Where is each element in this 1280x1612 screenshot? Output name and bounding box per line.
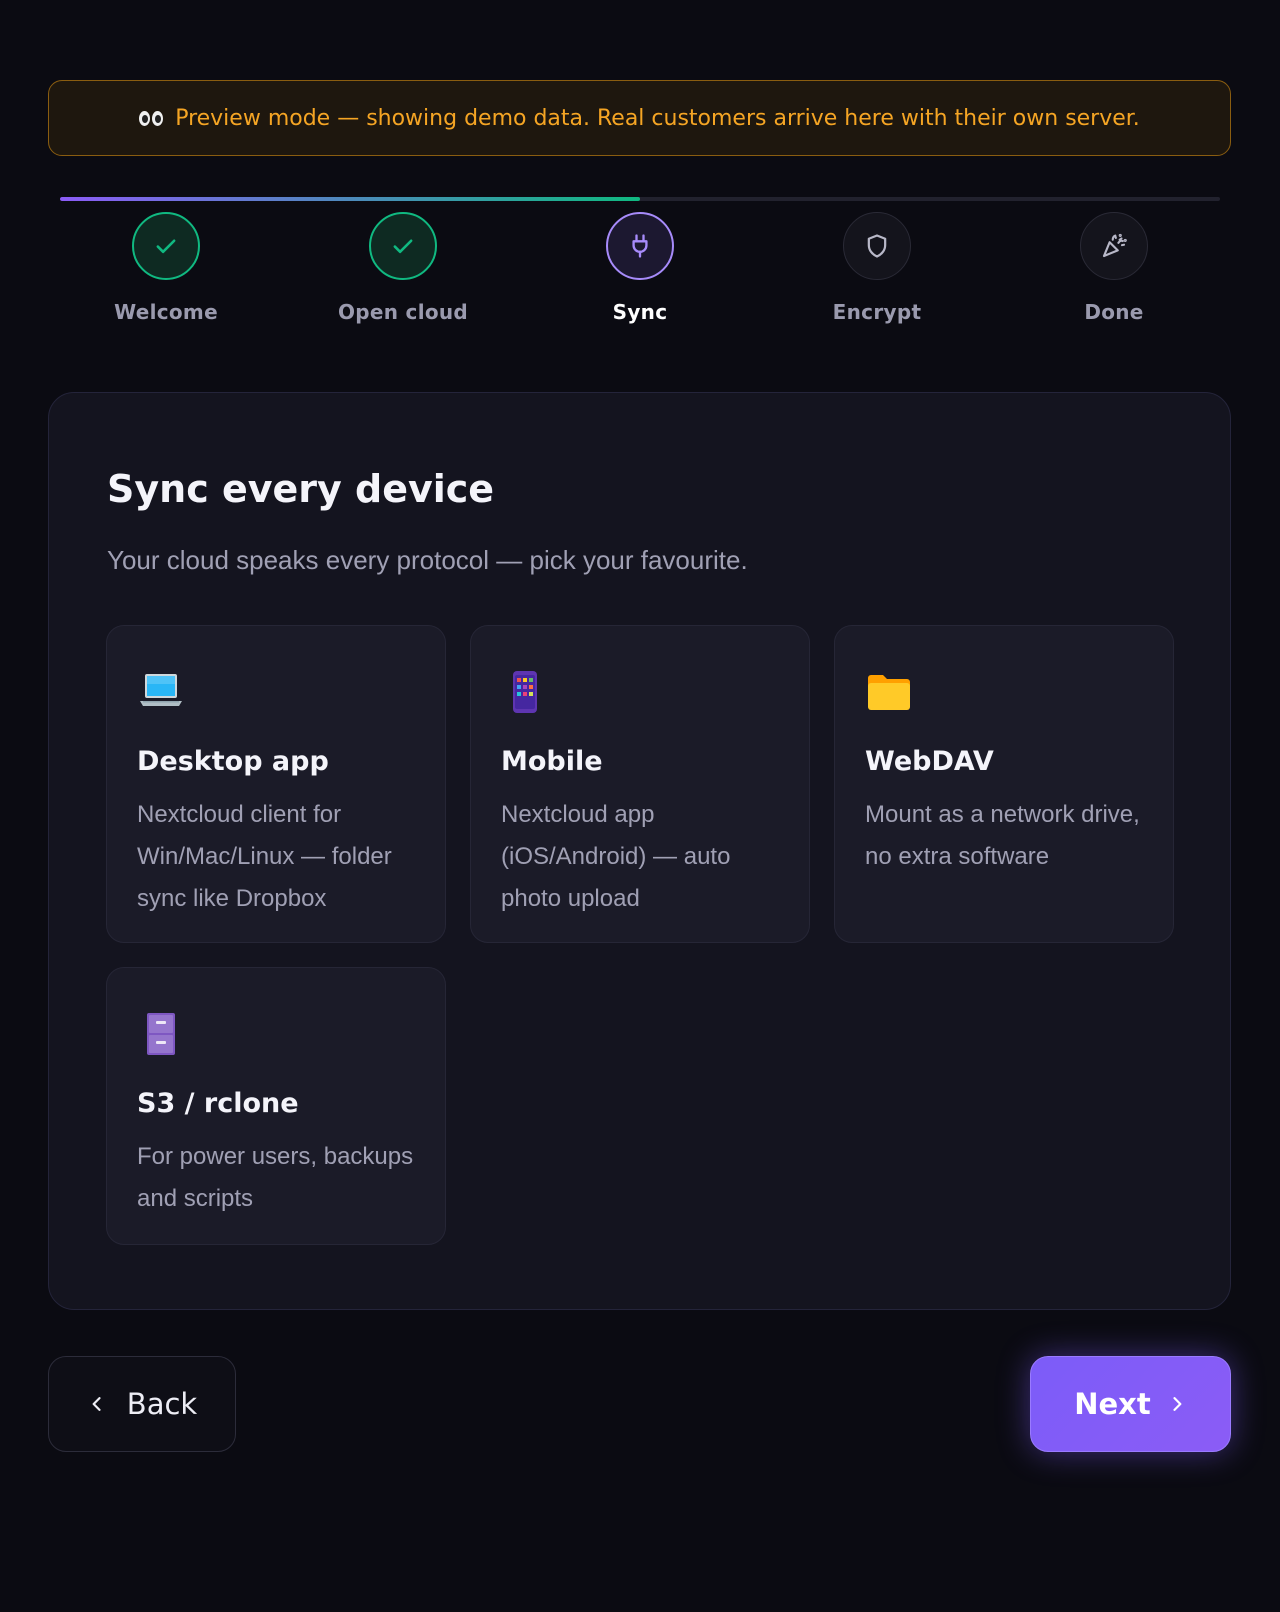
preview-banner-text: Preview mode — showing demo data. Real c… [175,105,1140,131]
file-cabinet-icon [147,1013,175,1055]
step-label: Sync [612,300,668,324]
folder-icon [868,675,910,710]
chevron-left-icon [87,1394,107,1414]
step-label: Encrypt [832,300,922,324]
card-description: Nextcloud app (iOS/Android) — auto photo… [501,801,731,912]
shield-icon [867,234,887,258]
step-done: Done [1014,212,1214,324]
step-encrypt: Encrypt [777,212,977,324]
check-icon [156,239,176,254]
step-encrypt-indicator [843,212,911,280]
panel-title: Sync every device [107,467,495,511]
card-title: Desktop app [137,746,329,777]
step-open-cloud-indicator [369,212,437,280]
option-card-s3-rclone[interactable]: S3 / rclone For power users, backups and… [106,967,446,1245]
party-popper-icon [1102,233,1127,258]
card-title: WebDAV [865,746,994,777]
option-card-webdav[interactable]: WebDAV Mount as a network drive, no extr… [834,625,1174,943]
card-description: Mount as a network drive, no extra softw… [865,801,1140,870]
progress-track [60,197,1220,201]
sync-panel: Sync every device Your cloud speaks ever… [48,392,1231,1310]
mobile-phone-icon [513,671,537,713]
step-done-indicator [1080,212,1148,280]
progress-fill [60,197,640,201]
panel-subtitle: Your cloud speaks every protocol — pick … [107,545,748,575]
chevron-right-icon [1167,1394,1187,1414]
step-sync: Sync [540,212,740,324]
eyes-icon [139,110,164,126]
back-button[interactable]: Back [48,1356,236,1452]
card-description: Nextcloud client for Win/Mac/Linux — fol… [137,801,392,912]
next-button-label: Next [1074,1387,1151,1421]
option-card-desktop-app[interactable]: Desktop app Nextcloud client for Win/Mac… [106,625,446,943]
plug-icon [632,234,648,258]
step-welcome: Welcome [66,212,266,324]
step-label: Welcome [114,300,218,324]
step-welcome-indicator [132,212,200,280]
card-title: S3 / rclone [137,1088,299,1119]
check-icon [393,239,413,254]
preview-banner: Preview mode — showing demo data. Real c… [48,80,1231,156]
back-button-label: Back [126,1387,198,1421]
step-label: Open cloud [337,300,469,324]
option-card-mobile[interactable]: Mobile Nextcloud app (iOS/Android) — aut… [470,625,810,943]
step-sync-indicator [606,212,674,280]
next-button[interactable]: Next [1030,1356,1231,1452]
card-description: For power users, backups and scripts [137,1143,414,1212]
step-label: Done [1084,300,1144,324]
card-title: Mobile [501,746,603,777]
laptop-icon [140,674,182,706]
step-open-cloud: Open cloud [303,212,503,324]
